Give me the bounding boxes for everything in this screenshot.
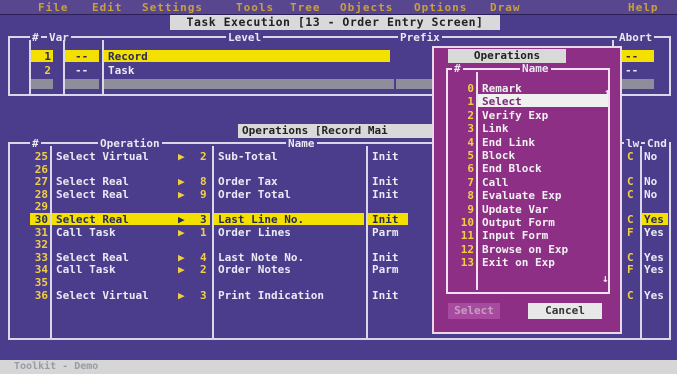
- menu-edit[interactable]: Edit: [92, 1, 123, 14]
- op-item-label: Evaluate Exp: [482, 189, 562, 203]
- op-item-number: 1: [467, 95, 474, 109]
- ops-col-name-header: Name: [520, 62, 551, 75]
- op-item-label: Input Form: [482, 229, 549, 243]
- ops-col-num-header: #: [452, 62, 463, 75]
- col-prefix-header: Prefix: [398, 31, 442, 44]
- level-row-num: 2: [44, 64, 51, 77]
- level-row-num: 1: [44, 50, 51, 63]
- level-row-abort: --: [625, 50, 639, 63]
- op-item-number: 2: [467, 108, 474, 122]
- list-item[interactable]: 5 Block: [0, 149, 677, 162]
- menu-tools[interactable]: Tools: [236, 1, 274, 14]
- mode-cell: Init: [372, 288, 399, 302]
- menu-options[interactable]: Options: [414, 1, 467, 14]
- list-item[interactable]: 13 Exit on Exp: [0, 256, 677, 269]
- list-item[interactable]: 6 End Block: [0, 162, 677, 175]
- level-row-var: --: [75, 64, 89, 77]
- level-row-task[interactable]: Task: [108, 64, 135, 77]
- op-item-label: Remark: [482, 82, 522, 95]
- row-number: 36: [34, 288, 48, 302]
- op-item-number: 4: [467, 135, 474, 149]
- level-row-record[interactable]: Record: [108, 50, 148, 63]
- op-item-number: 5: [467, 149, 474, 162]
- op-item-label: Update Var: [482, 202, 549, 216]
- col-num-header: #: [30, 31, 41, 44]
- level-row-var: --: [75, 50, 89, 63]
- level-row-abort: --: [625, 64, 639, 77]
- menu-settings[interactable]: Settings: [142, 1, 203, 14]
- list-item[interactable]: 10 Output Form: [0, 216, 677, 229]
- operation-index: 3: [200, 288, 207, 302]
- cancel-button[interactable]: Cancel: [528, 303, 602, 319]
- op-item-label: Call: [482, 175, 509, 189]
- menu-tree[interactable]: Tree: [290, 1, 321, 14]
- op-item-label: Select: [482, 95, 522, 109]
- select-button[interactable]: Select: [448, 303, 500, 319]
- operation-arrow-icon: ▶: [178, 288, 185, 302]
- scroll-up-icon[interactable]: ↑: [604, 86, 611, 99]
- op-item-label: End Block: [482, 162, 542, 176]
- name-cell: Print Indication: [218, 288, 324, 302]
- row-number: 35: [34, 276, 48, 289]
- col-var-header: Var: [47, 31, 71, 44]
- op-item-number: 13: [460, 256, 474, 270]
- op-item-label: End Link: [482, 135, 535, 149]
- list-item[interactable]: 12 Browse on Exp: [0, 243, 677, 256]
- lw-cell: C: [627, 288, 634, 302]
- op-item-number: 7: [467, 175, 474, 189]
- list-item[interactable]: 7 Call: [0, 176, 677, 189]
- op-item-label: Exit on Exp: [482, 256, 555, 270]
- col-abort-header: Abort: [617, 31, 655, 44]
- app-screen: File Edit Settings Tools Tree Objects Op…: [0, 0, 677, 374]
- list-item[interactable]: 4 End Link: [0, 136, 677, 149]
- list-item[interactable]: 3 Link: [0, 122, 677, 135]
- menu-objects[interactable]: Objects: [340, 1, 393, 14]
- operation-cell: Select Virtual: [56, 288, 149, 302]
- op-item-label: Output Form: [482, 216, 555, 229]
- status-bar: Toolkit - Demo: [0, 360, 677, 374]
- list-item[interactable]: 8 Evaluate Exp: [0, 189, 677, 202]
- menu-help[interactable]: Help: [628, 1, 659, 14]
- scroll-down-icon[interactable]: ↓: [602, 272, 609, 285]
- op-item-label: Block: [482, 149, 516, 162]
- op-item-number: 12: [460, 242, 474, 256]
- list-item[interactable]: 9 Update Var: [0, 203, 677, 216]
- op-item-label: Verify Exp: [482, 108, 549, 122]
- op-item-number: 9: [467, 202, 474, 216]
- cnd-cell: Yes: [644, 288, 664, 302]
- op-item-number: 0: [467, 82, 474, 95]
- status-text: Toolkit - Demo: [14, 361, 99, 372]
- op-item-number: 6: [467, 162, 474, 176]
- list-item[interactable]: 1 Select: [0, 95, 677, 108]
- op-item-label: Browse on Exp: [482, 242, 569, 256]
- op-item-number: 3: [467, 122, 474, 136]
- op-item-number: 8: [467, 189, 474, 203]
- list-item[interactable]: 11 Input Form: [0, 229, 677, 242]
- menu-draw[interactable]: Draw: [490, 1, 521, 14]
- op-item-number: 10: [460, 216, 474, 229]
- list-item[interactable]: 2 Verify Exp: [0, 109, 677, 122]
- col-level-header: Level: [226, 31, 264, 44]
- window-title: Task Execution [13 - Order Entry Screen]: [170, 15, 500, 30]
- list-item[interactable]: 0 Remark: [0, 82, 677, 95]
- menu-bar: File Edit Settings Tools Tree Objects Op…: [0, 0, 677, 15]
- op-item-number: 11: [460, 229, 474, 243]
- op-item-label: Link: [482, 122, 509, 136]
- menu-file[interactable]: File: [38, 1, 69, 14]
- operations-popup-title: Operations: [448, 49, 566, 63]
